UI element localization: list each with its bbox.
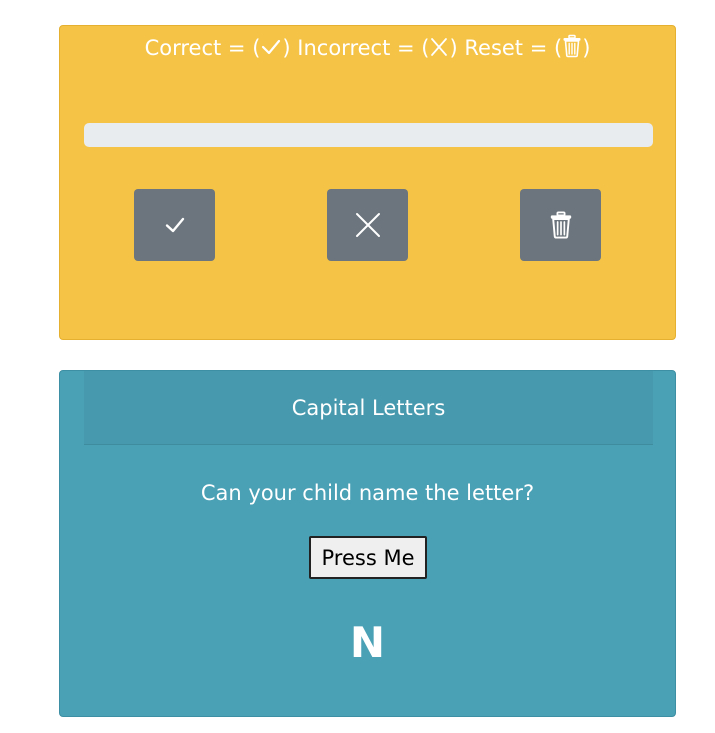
press-me-button[interactable]: Press Me [309, 536, 427, 579]
legend-incorrect-label: Incorrect = [297, 36, 415, 60]
trash-icon [563, 34, 581, 58]
trash-icon [550, 211, 571, 239]
reset-button[interactable] [520, 189, 601, 261]
legend-close-paren: ) [582, 36, 591, 60]
question-prompt: Can your child name the letter? [200, 481, 535, 505]
check-icon [262, 39, 281, 55]
score-legend: Correct = () Incorrect = () Reset = () [60, 34, 675, 62]
current-letter: N [349, 618, 386, 667]
legend-close-paren: ) [449, 36, 458, 60]
check-icon [165, 217, 184, 233]
score-progress-bar [84, 123, 653, 147]
legend-close-paren: ) [282, 36, 291, 60]
card-header: Capital Letters [84, 371, 653, 445]
incorrect-button[interactable] [327, 189, 408, 261]
score-panel: Correct = () Incorrect = () Reset = () [59, 25, 676, 340]
letter-panel: Capital Letters Can your child name the … [59, 370, 676, 717]
card-title: Capital Letters [291, 395, 446, 420]
close-icon [355, 213, 380, 237]
legend-open-paren: ( [252, 36, 261, 60]
correct-button[interactable] [134, 189, 215, 261]
legend-open-paren: ( [421, 36, 430, 60]
legend-correct-label: Correct = [144, 36, 246, 60]
close-icon [431, 38, 448, 56]
legend-reset-label: Reset = [464, 36, 548, 60]
legend-open-paren: ( [554, 36, 563, 60]
